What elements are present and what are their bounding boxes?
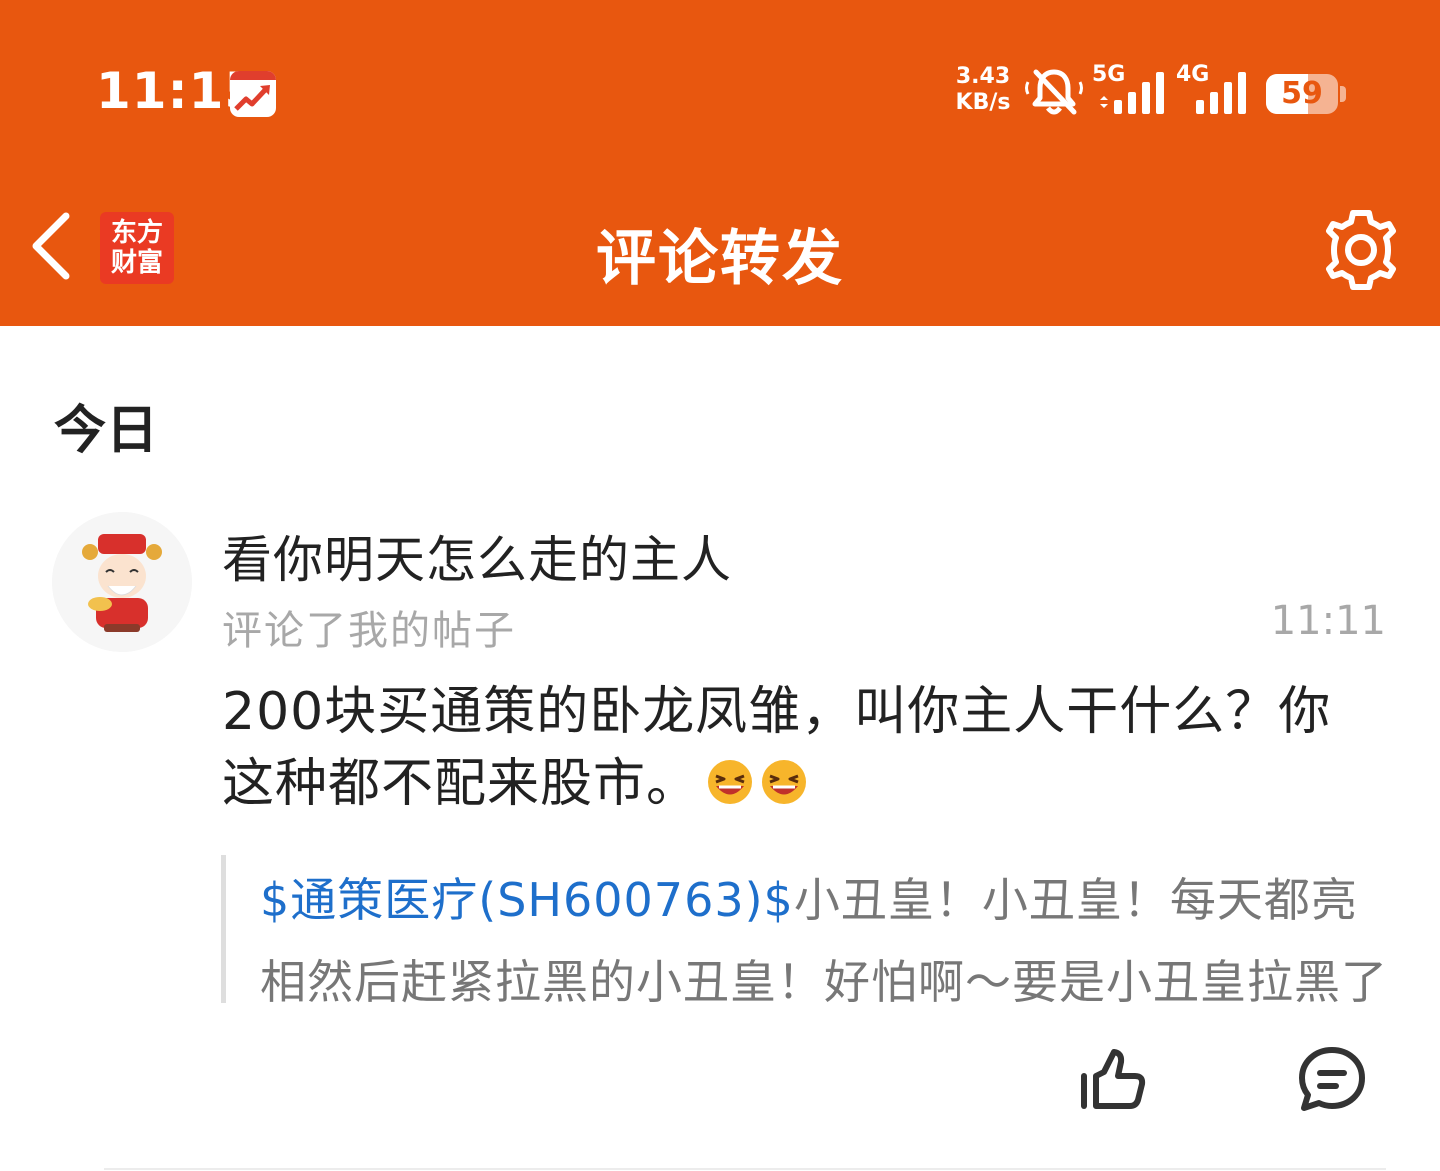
thumbs-up-icon[interactable] <box>1076 1044 1148 1116</box>
signal-icon: 4G <box>1176 62 1256 118</box>
page-title: 评论转发 <box>596 224 844 294</box>
laughing-emoji-icon <box>708 760 753 804</box>
notification-time: 11:11 <box>1270 598 1386 644</box>
commenter-username[interactable]: 看你明天怎么走的主人 <box>222 520 732 592</box>
mute-bell-icon <box>1025 69 1083 115</box>
stock-tag-link[interactable]: $通策医疗(SH600763)$ <box>260 873 794 927</box>
network-speed: 3.43 KB/s <box>955 64 1011 115</box>
notification-action: 评论了我的帖子 <box>222 608 516 654</box>
signal-icon: 5G <box>1092 62 1172 118</box>
avatar-image <box>52 512 192 652</box>
divider <box>104 1168 1386 1170</box>
battery-level: 59 <box>1281 76 1323 111</box>
laughing-emoji-icon <box>762 760 807 804</box>
settings-gear-icon[interactable] <box>1318 207 1404 293</box>
comment-bubble-icon[interactable] <box>1296 1044 1368 1116</box>
stock-app-notification-icon <box>230 71 276 117</box>
quoted-post[interactable]: $通策医疗(SH600763)$小丑皇！小丑皇！每天都亮相然后赶紧拉黑的小丑皇！… <box>221 855 1391 1009</box>
comment-text[interactable]: 200块买通策的卧龙凤雏，叫你主人干什么？你这种都不配来股市。 <box>222 676 1352 820</box>
battery-icon: 59 <box>1266 74 1338 114</box>
section-date-header: 今日 <box>54 401 159 461</box>
avatar[interactable] <box>52 512 192 652</box>
